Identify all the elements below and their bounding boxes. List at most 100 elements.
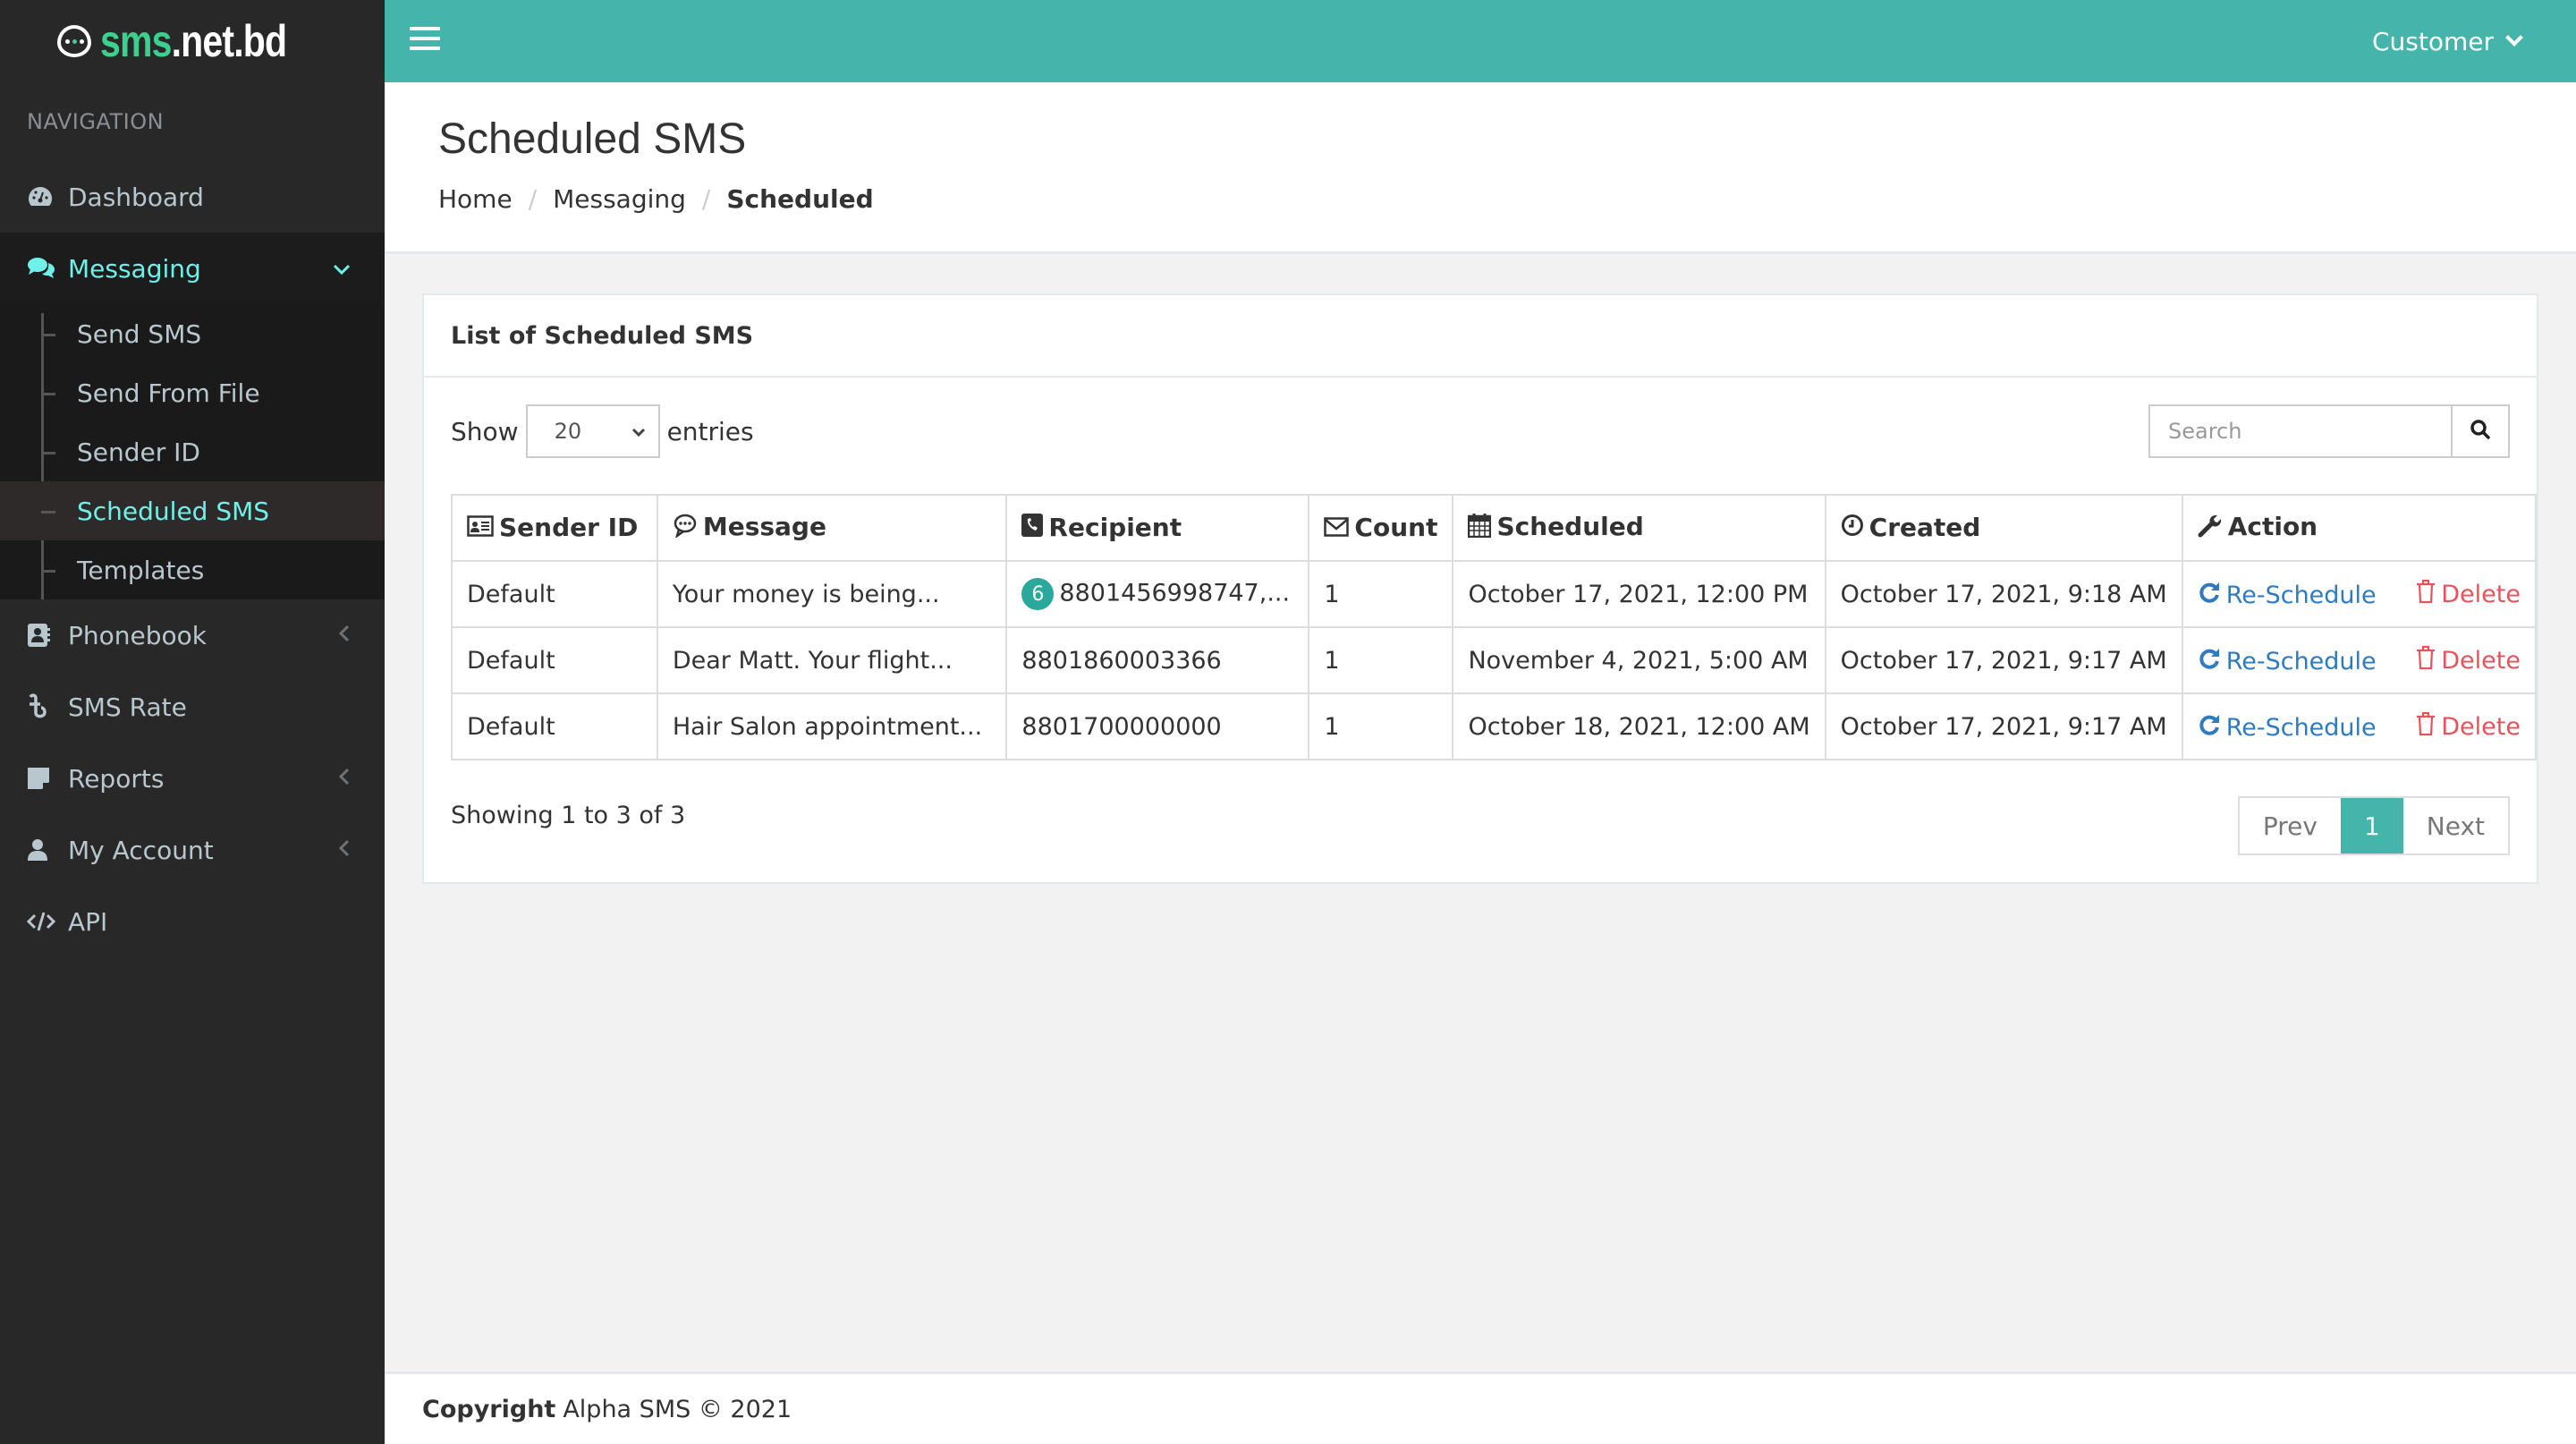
sidebar-item-phonebook[interactable]: Phonebook xyxy=(0,599,385,671)
code-icon xyxy=(27,911,68,932)
column-header-created[interactable]: Created xyxy=(1824,494,2183,562)
delete-button[interactable]: Delete xyxy=(2416,645,2521,676)
top-navbar: Customer xyxy=(385,0,2576,82)
breadcrumb: Home / Messaging / Scheduled xyxy=(438,184,874,214)
comment-dots-icon xyxy=(673,513,698,544)
calendar-icon xyxy=(1468,513,1492,544)
column-header-count[interactable]: Count xyxy=(1308,494,1454,562)
id-card-icon xyxy=(467,514,494,543)
column-header-action: Action xyxy=(2181,494,2538,562)
chevron-left-icon xyxy=(338,837,351,863)
column-header-recipient[interactable]: Recipient xyxy=(1005,494,1310,562)
taka-icon xyxy=(27,693,68,720)
cell-message: Hair Salon appointment... xyxy=(656,692,1008,760)
table-info: Showing 1 to 3 of 3 xyxy=(451,802,686,829)
logo[interactable]: sms.net.bd xyxy=(0,0,385,82)
page-size-value: 20 xyxy=(554,419,582,444)
pagination-page-1[interactable]: 1 xyxy=(2340,798,2403,854)
cell-count: 1 xyxy=(1308,692,1454,760)
cell-created: October 17, 2021, 9:17 AM xyxy=(1824,692,2183,760)
table-row: Default Dear Matt. Your flight... 880186… xyxy=(451,626,2538,694)
sidebar-subitem-send-sms[interactable]: Send SMS xyxy=(0,304,385,363)
comments-icon xyxy=(27,256,68,281)
sidebar-item-reports[interactable]: Reports xyxy=(0,743,385,814)
messaging-submenu: Send SMS Send From File Sender ID Schedu… xyxy=(0,304,385,599)
search-input[interactable] xyxy=(2150,406,2451,456)
reschedule-button[interactable]: Re-Schedule xyxy=(2198,713,2377,743)
pagination: Prev 1 Next xyxy=(2237,796,2510,855)
card-title: List of Scheduled SMS xyxy=(424,295,2537,378)
trash-icon xyxy=(2416,579,2436,610)
cell-recipient: 6 8801456998747,... xyxy=(1005,560,1310,628)
sidebar-item-label: Messaging xyxy=(68,253,201,284)
sidebar-subitem-send-from-file[interactable]: Send From File xyxy=(0,363,385,422)
recipient-count-badge[interactable]: 6 xyxy=(1021,578,1055,610)
show-label: Show xyxy=(451,416,519,446)
scheduled-sms-card: List of Scheduled SMS Show 20 entries Se… xyxy=(422,293,2538,884)
user-icon xyxy=(27,838,68,862)
chevron-left-icon xyxy=(338,622,351,649)
sidebar-toggle-menu-icon[interactable] xyxy=(410,27,440,50)
search-button[interactable] xyxy=(2451,406,2508,456)
copyright-text: Alpha SMS © 2021 xyxy=(563,1395,792,1423)
cell-count: 1 xyxy=(1308,560,1454,628)
table-row: Default Hair Salon appointment... 880170… xyxy=(451,692,2538,760)
cell-action: Re-Schedule Delete xyxy=(2181,626,2538,694)
column-header-sender-id[interactable]: Sender ID xyxy=(451,494,658,562)
column-header-scheduled[interactable]: Scheduled xyxy=(1452,494,1826,562)
sidebar-item-label: API xyxy=(68,906,108,937)
sidebar-item-label: Phonebook xyxy=(68,620,207,650)
cell-recipient: 8801860003366 xyxy=(1005,626,1310,694)
sidebar-item-dashboard[interactable]: Dashboard xyxy=(0,161,385,233)
breadcrumb-separator: / xyxy=(528,184,538,214)
delete-button[interactable]: Delete xyxy=(2416,579,2521,610)
cell-created: October 17, 2021, 9:18 AM xyxy=(1824,560,2183,628)
cell-message: Your money is being... xyxy=(656,560,1008,628)
column-header-message[interactable]: Message xyxy=(656,494,1008,562)
search-icon xyxy=(2470,419,2491,444)
sidebar-item-messaging[interactable]: Messaging xyxy=(0,233,385,304)
sidebar-subitem-templates[interactable]: Templates xyxy=(0,540,385,599)
chevron-down-icon xyxy=(631,420,646,442)
entries-label: entries xyxy=(666,416,754,446)
table-row: Default Your money is being... 6 88014569… xyxy=(451,560,2538,628)
cell-action: Re-Schedule Delete xyxy=(2181,560,2538,628)
chevron-left-icon xyxy=(338,765,351,792)
reschedule-button[interactable]: Re-Schedule xyxy=(2198,581,2377,610)
sidebar-item-sms-rate[interactable]: SMS Rate xyxy=(0,671,385,743)
trash-icon xyxy=(2416,645,2436,676)
refresh-icon xyxy=(2198,647,2221,676)
pagination-next[interactable]: Next xyxy=(2403,798,2508,854)
wrench-icon xyxy=(2198,513,2223,544)
logo-text: sms.net.bd xyxy=(100,16,287,66)
phone-square-icon xyxy=(1021,514,1044,543)
breadcrumb-home[interactable]: Home xyxy=(438,184,513,214)
search-group xyxy=(2148,404,2510,458)
sidebar-item-my-account[interactable]: My Account xyxy=(0,814,385,886)
page-size-select[interactable]: 20 xyxy=(525,404,660,458)
cell-sender-id: Default xyxy=(451,626,658,694)
trash-icon xyxy=(2416,711,2436,743)
pagination-prev[interactable]: Prev xyxy=(2240,798,2341,854)
chat-bubble-logo-icon xyxy=(57,25,92,57)
delete-button[interactable]: Delete xyxy=(2416,711,2521,743)
sidebar-item-label: Reports xyxy=(68,763,165,794)
address-book-icon xyxy=(27,623,68,648)
breadcrumb-messaging[interactable]: Messaging xyxy=(553,184,686,214)
sidebar-subitem-sender-id[interactable]: Sender ID xyxy=(0,422,385,481)
cell-message: Dear Matt. Your flight... xyxy=(656,626,1008,694)
page-title: Scheduled SMS xyxy=(438,115,747,163)
sidebar-item-label: SMS Rate xyxy=(68,692,187,722)
user-menu-dropdown[interactable]: Customer xyxy=(2372,0,2523,82)
refresh-icon xyxy=(2198,713,2221,743)
sidebar-item-label: Dashboard xyxy=(68,182,204,212)
reschedule-button[interactable]: Re-Schedule xyxy=(2198,647,2377,676)
chevron-down-icon xyxy=(2505,29,2523,47)
scheduled-sms-table: Sender ID Message Recipient Count Schedu… xyxy=(451,494,2538,760)
cell-created: October 17, 2021, 9:17 AM xyxy=(1824,626,2183,694)
clock-icon xyxy=(1841,514,1864,543)
sidebar-subitem-scheduled-sms[interactable]: Scheduled SMS xyxy=(0,481,385,540)
sidebar: sms.net.bd NAVIGATION Dashboard Messagin… xyxy=(0,0,385,1444)
sidebar-item-api[interactable]: API xyxy=(0,886,385,957)
envelope-icon xyxy=(1324,514,1350,543)
